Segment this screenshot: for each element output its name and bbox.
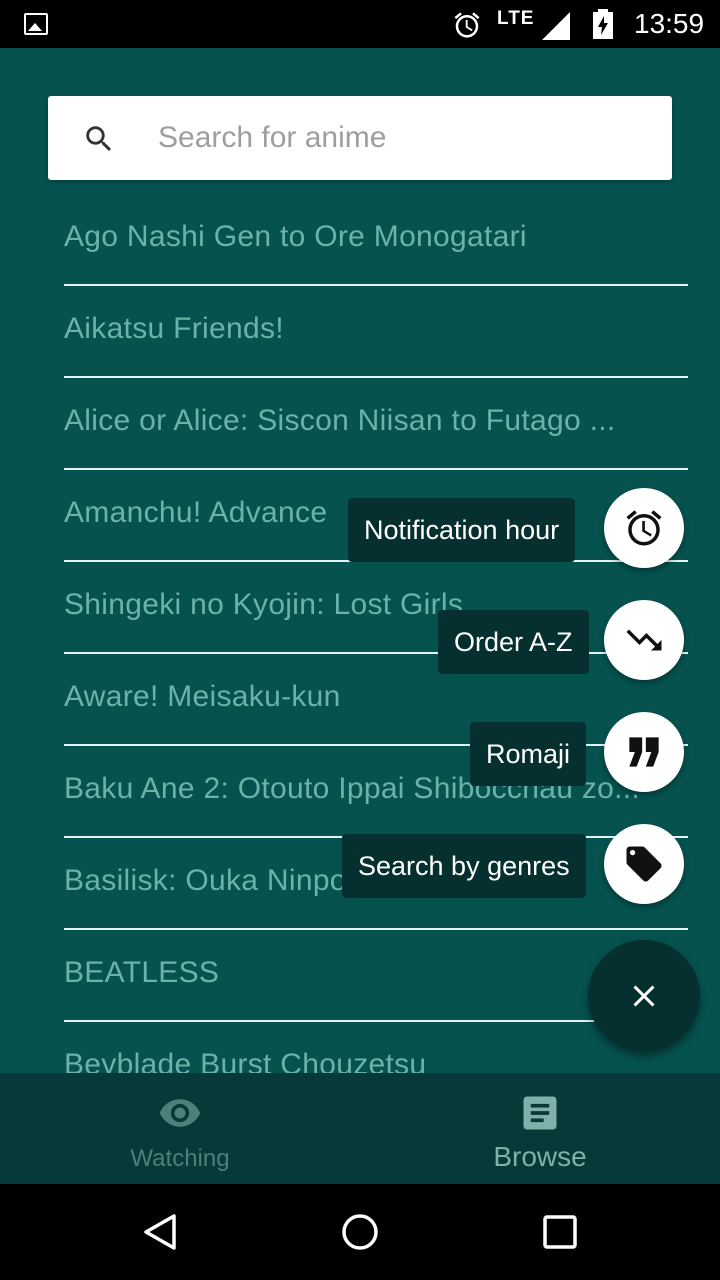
- recents-icon[interactable]: [540, 1212, 580, 1252]
- notification-hour-button[interactable]: [604, 488, 684, 568]
- anime-title: Beyblade Burst Chouzetsu: [64, 1048, 427, 1073]
- anime-list: Ago Nashi Gen to Ore Monogatari Aikatsu …: [64, 194, 688, 1073]
- list-item[interactable]: Alice or Alice: Siscon Niisan to Futago …: [64, 378, 688, 470]
- article-icon: [523, 1096, 557, 1130]
- anime-title: Amanchu! Advance: [64, 496, 328, 529]
- tag-icon: [626, 846, 662, 882]
- search-bar[interactable]: [48, 96, 672, 180]
- romaji-button[interactable]: [604, 712, 684, 792]
- search-icon: [86, 126, 112, 152]
- list-item[interactable]: Aware! Meisaku-kun: [64, 654, 688, 746]
- alarm-icon: [454, 12, 480, 38]
- list-item[interactable]: Beyblade Burst Chouzetsu: [64, 1022, 688, 1073]
- tab-watching-label: Watching: [130, 1145, 230, 1172]
- clock: 13:59: [634, 8, 705, 39]
- speed-dial-close-button[interactable]: [588, 940, 700, 1052]
- anime-title: Alice or Alice: Siscon Niisan to Futago …: [64, 404, 616, 437]
- list-item[interactable]: Ago Nashi Gen to Ore Monogatari: [64, 194, 688, 286]
- image-icon: [24, 13, 48, 35]
- network-type: LTE: [497, 8, 535, 29]
- home-icon[interactable]: [340, 1212, 380, 1252]
- anime-title: Aikatsu Friends!: [64, 312, 284, 345]
- back-icon[interactable]: [140, 1212, 180, 1252]
- anime-title: Aware! Meisaku-kun: [64, 680, 341, 713]
- battery-charging-icon: [593, 9, 613, 39]
- list-item[interactable]: Aikatsu Friends!: [64, 286, 688, 378]
- tab-browse[interactable]: Browse: [360, 1073, 720, 1184]
- close-icon: [633, 985, 655, 1007]
- anime-title: BEATLESS: [64, 956, 220, 989]
- status-bar: LTE 13:59: [0, 0, 720, 48]
- bottom-navigation: Watching Browse: [0, 1073, 720, 1184]
- tab-watching[interactable]: Watching: [0, 1073, 360, 1184]
- system-navigation-bar: [0, 1184, 720, 1280]
- signal-icon: [542, 12, 570, 40]
- eye-icon: [159, 1099, 201, 1127]
- alarm-icon: [626, 510, 662, 546]
- search-input[interactable]: [158, 96, 658, 180]
- tab-browse-label: Browse: [493, 1141, 587, 1172]
- notification-hour-label[interactable]: Notification hour: [348, 498, 576, 562]
- search-by-genres-button[interactable]: [604, 824, 684, 904]
- romaji-label[interactable]: Romaji: [470, 722, 587, 786]
- order-a-z-label[interactable]: Order A-Z: [438, 610, 589, 674]
- list-item[interactable]: Baku Ane 2: Otouto Ippai Shibocchau zo..…: [64, 746, 688, 838]
- order-a-z-button[interactable]: [604, 600, 684, 680]
- search-by-genres-label[interactable]: Search by genres: [342, 834, 586, 898]
- browse-screen: Ago Nashi Gen to Ore Monogatari Aikatsu …: [0, 48, 720, 1073]
- quote-icon: [629, 737, 659, 767]
- anime-title: Ago Nashi Gen to Ore Monogatari: [64, 220, 527, 253]
- list-item[interactable]: Shingeki no Kyojin: Lost Girls: [64, 562, 688, 654]
- trending-down-icon: [626, 629, 662, 651]
- anime-title: Shingeki no Kyojin: Lost Girls: [64, 588, 464, 621]
